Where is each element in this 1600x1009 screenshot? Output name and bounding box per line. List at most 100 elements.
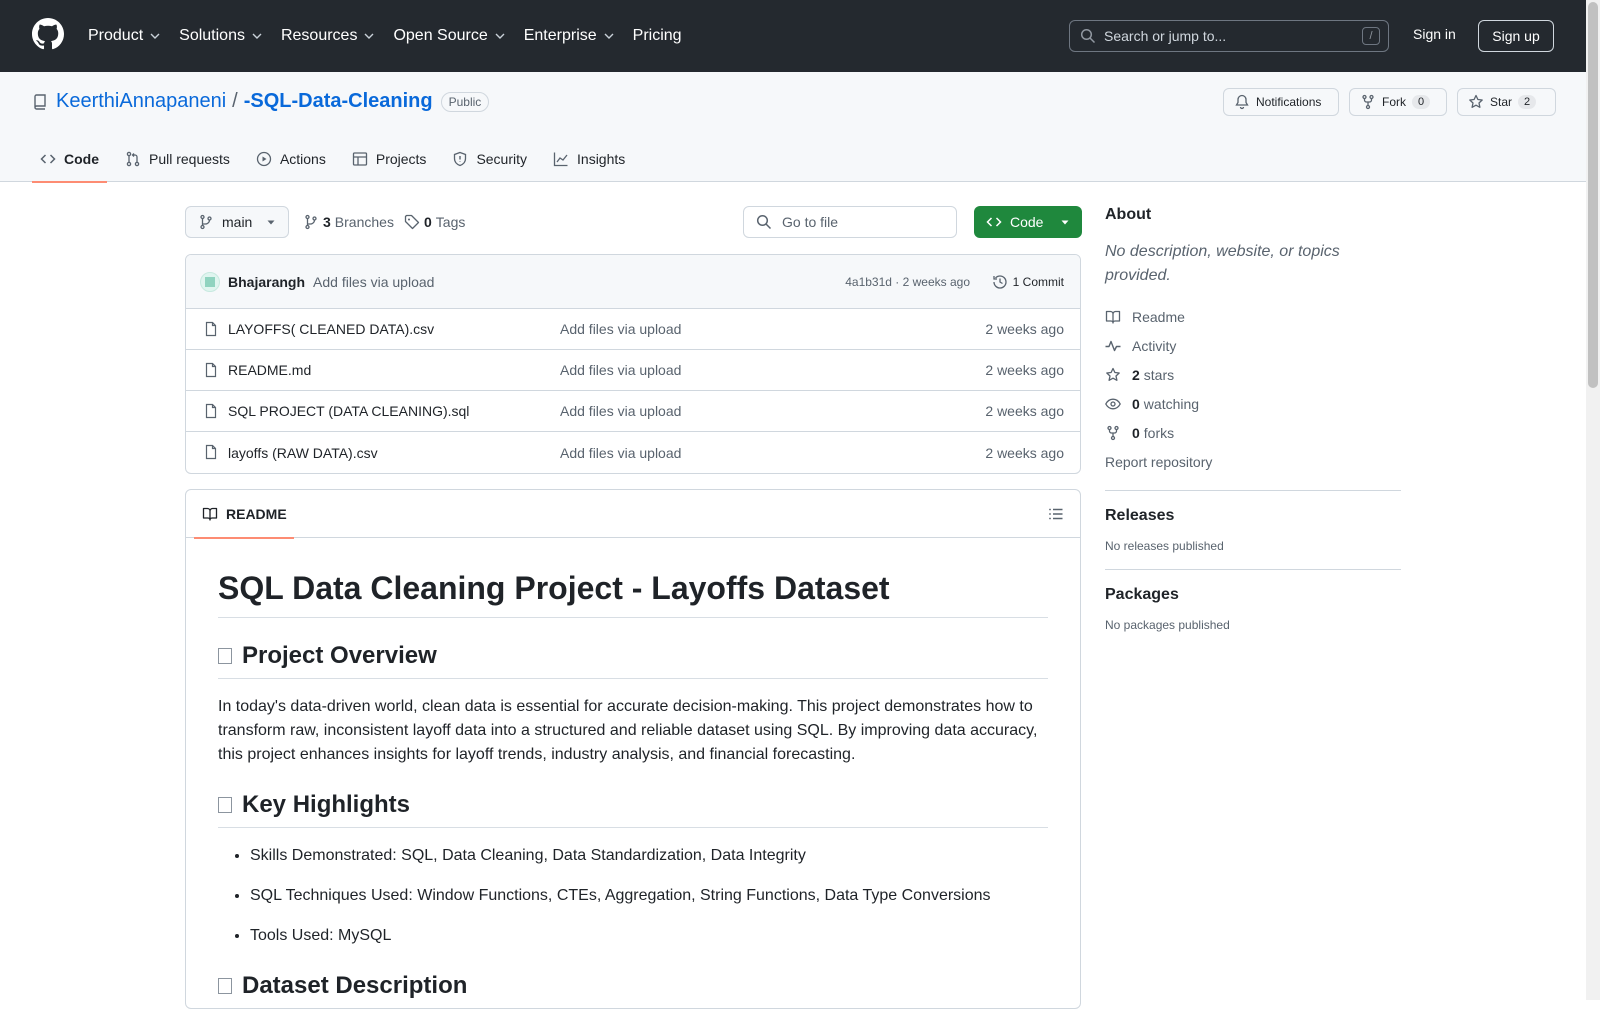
forks-link[interactable]: 0 forks (1105, 418, 1401, 447)
go-to-file-placeholder: Go to file (782, 214, 839, 230)
sign-up-button[interactable]: Sign up (1478, 20, 1554, 52)
file-row[interactable]: SQL PROJECT (DATA CLEANING).sql Add file… (186, 391, 1080, 432)
tab-actions-label: Actions (279, 151, 326, 167)
github-logo-icon[interactable] (32, 18, 64, 50)
global-header: Product Solutions Resources Open Source … (0, 0, 1586, 72)
nav-resources[interactable]: Resources (281, 27, 375, 45)
tab-pull-requests-label: Pull requests (149, 151, 230, 167)
tab-security[interactable]: Security (444, 136, 535, 182)
highlights-list: Skills Demonstrated: SQL, Data Cleaning,… (218, 844, 1048, 948)
scrollbar-thumb[interactable] (1588, 2, 1598, 388)
packages-heading[interactable]: Packages (1105, 586, 1401, 604)
code-dropdown-button[interactable]: Code (974, 206, 1082, 238)
go-to-file-input[interactable]: Go to file (743, 206, 957, 238)
readme-heading-highlights: Key Highlights (218, 791, 1048, 828)
forks-label: forks (1143, 424, 1175, 441)
notifications-button[interactable]: Notifications (1223, 88, 1339, 116)
file-date: 2 weeks ago (985, 321, 1064, 337)
activity-link-label: Activity (1132, 337, 1177, 354)
nav-pricing[interactable]: Pricing (633, 27, 682, 45)
fork-icon (1107, 425, 1119, 440)
tab-code[interactable]: Code (32, 136, 107, 183)
dataset-heading-text: Dataset Description (242, 972, 468, 999)
repo-name-link[interactable]: -SQL-Data-Cleaning (244, 90, 433, 113)
commit-message[interactable]: Add files via upload (313, 274, 434, 290)
overview-paragraph: In today's data-driven world, clean data… (218, 698, 1038, 763)
commits-history-link[interactable]: 1 Commit (992, 274, 1064, 290)
search-input[interactable]: Search or jump to... / (1069, 20, 1389, 52)
commits-count-label: 1 Commit (1012, 274, 1064, 289)
tab-security-label: Security (476, 151, 528, 167)
file-icon (205, 403, 217, 419)
highlights-heading-text: Key Highlights (242, 791, 411, 818)
star-button[interactable]: Star 2 (1457, 88, 1556, 116)
tab-actions[interactable]: Actions (248, 136, 334, 182)
tags-link[interactable]: 0 Tags (404, 206, 465, 238)
repo-owner-link[interactable]: KeerthiAnnapaneni (56, 90, 226, 113)
readme-content: SQL Data Cleaning Project - Layoffs Data… (186, 570, 1080, 1008)
file-name[interactable]: README.md (228, 362, 311, 378)
readme-link[interactable]: Readme (1105, 302, 1401, 331)
tab-projects[interactable]: Projects (344, 136, 435, 182)
file-commit-message[interactable]: Add files via upload (560, 362, 681, 378)
file-row[interactable]: LAYOFFS( CLEANED DATA).csv Add files via… (186, 309, 1080, 350)
report-repository-link[interactable]: Report repository (1105, 447, 1401, 476)
code-icon (40, 154, 56, 164)
nav-pricing-label: Pricing (632, 27, 682, 44)
book-icon (202, 507, 218, 521)
readme-tab-label: README (226, 506, 287, 522)
fork-icon (1362, 94, 1374, 110)
file-commit-message[interactable]: Add files via upload (560, 445, 681, 461)
packages-empty-text: No packages published (1105, 618, 1230, 632)
table-icon (352, 152, 368, 166)
about-heading: About (1105, 206, 1152, 223)
readme-header: README (186, 490, 1080, 539)
file-commit-message[interactable]: Add files via upload (560, 403, 681, 419)
eye-icon (1105, 398, 1121, 409)
nav-enterprise-label: Enterprise (523, 27, 597, 44)
watching-link[interactable]: 0 watching (1105, 389, 1401, 418)
tab-pull-requests[interactable]: Pull requests (117, 136, 238, 182)
emoji-placeholder-icon (218, 648, 232, 664)
tags-count: 0 (424, 214, 432, 230)
table-of-contents-icon[interactable] (1048, 506, 1064, 522)
search-shortcut-key: / (1362, 27, 1380, 45)
tags-label: Tags (435, 214, 466, 230)
activity-link[interactable]: Activity (1105, 331, 1401, 360)
file-row[interactable]: README.md Add files via upload 2 weeks a… (186, 350, 1080, 391)
file-date: 2 weeks ago (985, 362, 1064, 378)
branches-link[interactable]: 3 Branches (303, 206, 394, 238)
divider (1105, 490, 1401, 491)
nav-solutions[interactable]: Solutions (179, 27, 263, 45)
readme-title: SQL Data Cleaning Project - Layoffs Data… (218, 570, 1048, 618)
overview-heading-text: Project Overview (242, 642, 437, 669)
file-row[interactable]: layoffs (RAW DATA).csv Add files via upl… (186, 432, 1080, 473)
fork-count: 0 (1412, 95, 1431, 109)
sign-in-link[interactable]: Sign in (1413, 26, 1456, 42)
file-name[interactable]: layoffs (RAW DATA).csv (228, 445, 378, 461)
file-name[interactable]: LAYOFFS( CLEANED DATA).csv (228, 321, 434, 337)
page-scrollbar[interactable] (1586, 0, 1600, 1000)
stars-link[interactable]: 2 stars (1105, 360, 1401, 389)
branch-selector[interactable]: main (185, 206, 289, 238)
search-icon (1080, 28, 1096, 44)
fork-button[interactable]: Fork 0 (1349, 88, 1447, 116)
search-icon (756, 214, 772, 230)
latest-commit-row: Bhajarangh Add files via upload 4a1b31d … (186, 255, 1080, 309)
nav-open-source[interactable]: Open Source (393, 27, 505, 45)
releases-heading[interactable]: Releases (1105, 507, 1401, 525)
commit-hash-time[interactable]: 4a1b31d · 2 weeks ago (845, 275, 970, 289)
avatar[interactable] (200, 271, 220, 292)
file-icon (205, 362, 217, 378)
file-commit-message[interactable]: Add files via upload (560, 321, 681, 337)
divider (1105, 569, 1401, 570)
nav-enterprise[interactable]: Enterprise (524, 27, 615, 45)
global-nav: Product Solutions Resources Open Source … (88, 0, 700, 72)
file-name[interactable]: SQL PROJECT (DATA CLEANING).sql (228, 403, 469, 419)
commit-author[interactable]: Bhajarangh (228, 274, 305, 290)
readme-tab[interactable]: README (194, 490, 294, 539)
nav-product[interactable]: Product (88, 27, 161, 45)
tab-insights[interactable]: Insights (545, 136, 633, 182)
about-links: Readme Activity 2 stars 0 watching 0 for… (1105, 302, 1401, 476)
tab-projects-label: Projects (375, 151, 427, 167)
